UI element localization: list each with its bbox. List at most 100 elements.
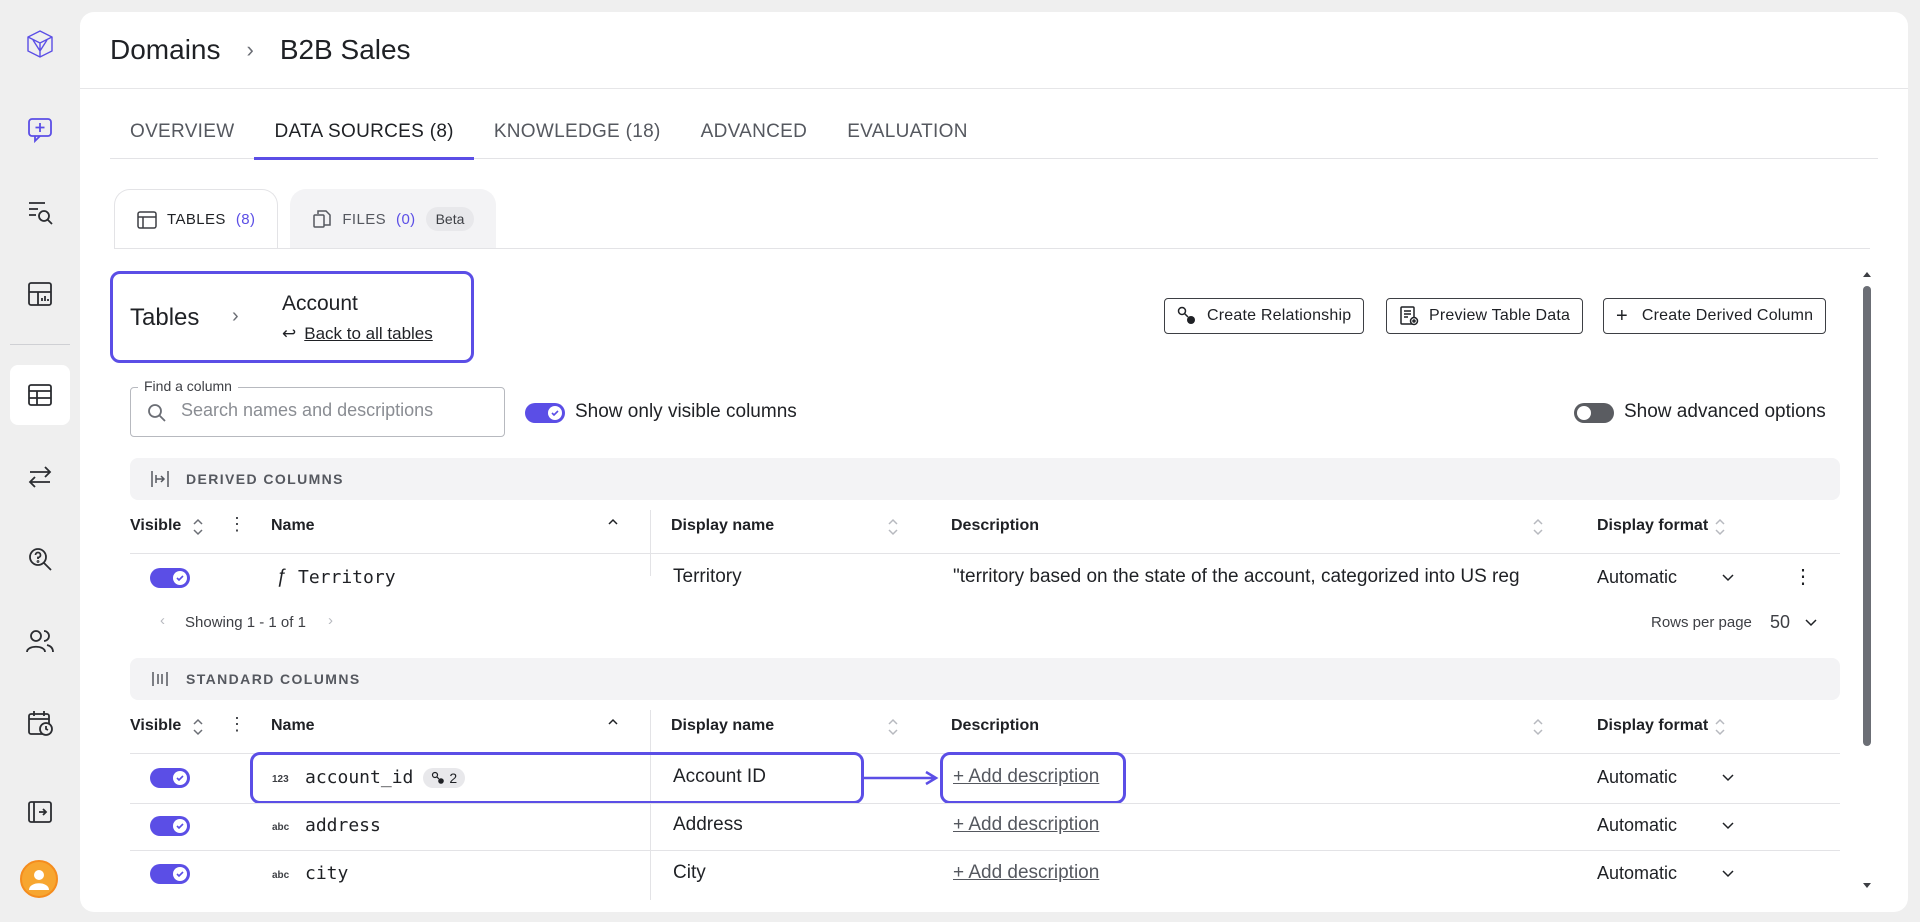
breadcrumb-tables[interactable]: Tables [130,304,199,332]
breadcrumb-domains[interactable]: Domains [110,34,220,66]
sort-asc-icon[interactable] [607,516,619,534]
dashboard-icon[interactable] [10,264,70,324]
tab-overview[interactable]: OVERVIEW [110,117,254,159]
col-name-header[interactable]: Name [271,717,315,735]
derived-columns-icon [151,471,169,487]
visible-columns-label: Show only visible columns [575,401,797,422]
more-vert-icon[interactable]: ⋮ [228,714,246,735]
col-display-name-header[interactable]: Display name [671,517,774,535]
row-visible-toggle[interactable] [150,864,190,884]
chevron-down-icon[interactable] [1721,869,1735,879]
sort-icon[interactable] [192,718,204,736]
subtab-files-count: (0) [396,210,416,228]
logo-icon[interactable] [10,14,70,74]
rows-per-page-select[interactable]: 50 [1770,612,1790,633]
column-display-name[interactable]: Address [673,814,743,836]
tab-advanced[interactable]: ADVANCED [681,117,828,159]
beta-badge: Beta [425,207,475,231]
scroll-down-icon[interactable] [1862,882,1872,890]
derived-columns-section: DERIVED COLUMNS [130,458,1840,500]
display-format-select[interactable]: Automatic [1597,863,1677,884]
user-avatar[interactable] [20,860,58,898]
advanced-options-toggle[interactable] [1574,403,1614,423]
visible-columns-toggle[interactable] [525,403,565,423]
preview-table-data-button[interactable]: Preview Table Data [1386,298,1584,334]
scroll-up-icon[interactable] [1862,270,1872,278]
col-visible-header[interactable]: Visible [130,717,181,735]
chevron-down-icon[interactable] [1721,773,1735,783]
add-description-link[interactable]: + Add description [953,814,1099,836]
subtab-files[interactable]: FILES (0) Beta [290,189,497,249]
page-breadcrumb: Domains › B2B Sales [80,12,1908,89]
col-display-format-header[interactable]: Display format [1597,517,1708,535]
column-display-name[interactable]: City [673,862,706,884]
tab-evaluation[interactable]: EVALUATION [827,117,988,159]
col-description-header[interactable]: Description [951,517,1039,535]
display-format-select[interactable]: Automatic [1597,767,1677,788]
files-icon [313,210,332,228]
users-icon[interactable] [10,611,70,671]
sort-icon[interactable] [887,518,899,536]
col-display-format-header[interactable]: Display format [1597,717,1708,735]
chevron-right-icon: › [246,37,254,62]
create-relationship-button[interactable]: Create Relationship [1164,298,1365,334]
expand-icon[interactable] [10,782,70,842]
row-visible-toggle[interactable] [150,568,190,588]
search-input[interactable] [181,400,491,421]
tab-knowledge[interactable]: KNOWLEDGE (18) [474,117,681,159]
schedule-icon[interactable] [10,693,70,753]
search-icon [148,404,166,422]
sort-icon[interactable] [1714,518,1726,536]
col-name-header[interactable]: Name [271,517,315,535]
row-menu-icon[interactable]: ⋮ [1793,564,1813,589]
check-icon [176,775,184,782]
new-chat-icon[interactable] [10,100,70,160]
column-search-field[interactable] [130,387,505,437]
chevron-down-icon[interactable] [1721,821,1735,831]
create-derived-column-label: Create Derived Column [1641,307,1814,324]
more-vert-icon[interactable]: ⋮ [228,514,246,535]
column-description[interactable]: "territory based on the state of the acc… [953,566,1553,588]
back-link-label: Back to all tables [304,324,433,343]
tab-data-sources[interactable]: DATA SOURCES (8) [254,117,475,160]
col-description-header[interactable]: Description [951,717,1039,735]
chevron-down-icon[interactable] [1721,573,1735,583]
text-type-icon: abc [272,870,290,881]
scrollbar-thumb[interactable] [1863,286,1871,746]
content-scrollbar[interactable] [1862,270,1872,890]
tables-icon[interactable] [10,365,70,425]
standard-columns-icon [152,672,168,686]
toggle-knob [173,867,187,881]
create-derived-column-button[interactable]: + Create Derived Column [1603,298,1827,334]
column-name: Territory [298,567,396,588]
row-divider [130,803,1840,804]
row-visible-toggle[interactable] [150,816,190,836]
toggle-knob [173,571,187,585]
sort-icon[interactable] [1532,718,1544,736]
check-icon [176,823,184,830]
toggle-knob [548,406,562,420]
chevron-down-icon[interactable] [1804,618,1818,628]
display-format-select[interactable]: Automatic [1597,567,1677,588]
col-display-name-header[interactable]: Display name [671,717,774,735]
next-page-icon[interactable]: › [328,612,333,629]
sort-icon[interactable] [1714,718,1726,736]
display-format-select[interactable]: Automatic [1597,815,1677,836]
col-visible-header[interactable]: Visible [130,517,181,535]
row-visible-toggle[interactable] [150,768,190,788]
check-icon [176,575,184,582]
highlight-row [250,752,864,804]
sort-asc-icon[interactable] [607,716,619,734]
sort-icon[interactable] [192,518,204,536]
sort-icon[interactable] [1532,518,1544,536]
back-to-tables-link[interactable]: ↩ Back to all tables [282,324,433,344]
transfer-icon[interactable] [10,447,70,507]
column-display-name[interactable]: Territory [673,566,742,588]
rail-divider [10,344,70,345]
add-description-link[interactable]: + Add description [953,862,1099,884]
query-search-icon[interactable] [10,529,70,589]
search-list-icon[interactable] [10,182,70,242]
prev-page-icon[interactable]: ‹ [160,612,165,629]
subtab-tables[interactable]: TABLES (8) [114,189,279,249]
sort-icon[interactable] [887,718,899,736]
